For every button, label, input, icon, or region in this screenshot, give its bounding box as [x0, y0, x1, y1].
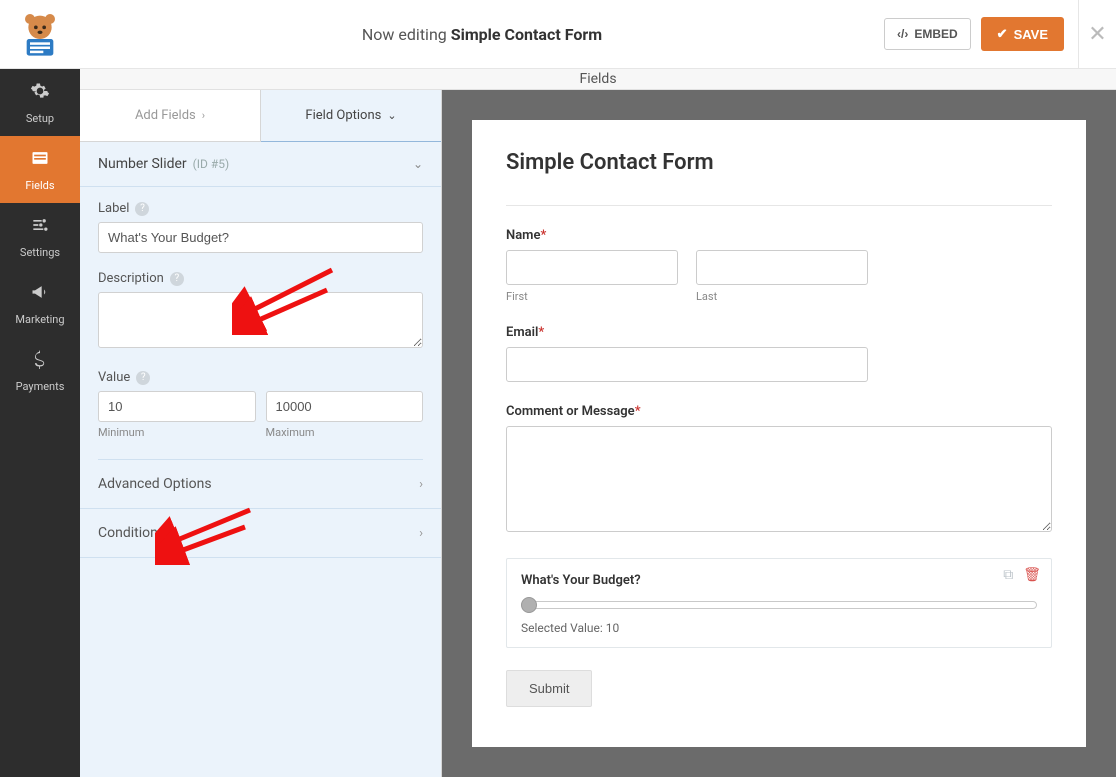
- row-label: Advanced Options: [98, 476, 212, 492]
- top-header: Now editing Simple Contact Form ‹/› EMBE…: [0, 0, 1116, 69]
- label-text: Value: [98, 370, 130, 385]
- sliders-icon: [30, 215, 50, 240]
- chevron-down-icon: ⌄: [387, 109, 396, 122]
- required-star: *: [538, 325, 544, 340]
- help-icon[interactable]: ?: [136, 371, 150, 385]
- required-star: *: [540, 228, 546, 243]
- name-field[interactable]: Name* First Last: [506, 228, 1052, 303]
- email-field[interactable]: Email*: [506, 325, 1052, 382]
- chevron-right-icon: ›: [202, 109, 205, 122]
- preview-canvas: Simple Contact Form Name* First: [472, 120, 1086, 747]
- sidebar-item-payments[interactable]: Payments: [0, 337, 80, 404]
- bullhorn-icon: [30, 282, 50, 307]
- required-star: *: [635, 404, 641, 419]
- email-input[interactable]: [506, 347, 868, 382]
- slider-track[interactable]: [521, 597, 1037, 613]
- help-icon[interactable]: ?: [170, 272, 184, 286]
- chevron-right-icon: ›: [419, 477, 423, 492]
- sidebar-item-settings[interactable]: Settings: [0, 203, 80, 270]
- description-input[interactable]: [98, 292, 423, 348]
- label-field-group: Label ?: [80, 187, 441, 257]
- min-value-input[interactable]: [98, 391, 256, 422]
- field-label: Comment or Message: [506, 404, 635, 419]
- comment-input[interactable]: [506, 426, 1052, 532]
- field-section-header[interactable]: Number Slider (ID #5) ⌄: [80, 142, 441, 187]
- selected-value: 10: [606, 621, 620, 635]
- help-icon[interactable]: ?: [135, 202, 149, 216]
- divider: [506, 205, 1052, 206]
- save-button[interactable]: ✔ SAVE: [981, 17, 1064, 51]
- label-input[interactable]: [98, 222, 423, 253]
- app-logo: [0, 0, 80, 69]
- min-sublabel: Minimum: [98, 426, 256, 439]
- description-field-group: Description ?: [80, 257, 441, 356]
- sidebar-item-label: Settings: [20, 246, 60, 259]
- tab-label: Field Options: [305, 108, 381, 123]
- field-type-name: Number Slider: [98, 156, 187, 172]
- label-text: Description: [98, 271, 164, 286]
- advanced-options-row[interactable]: Advanced Options ›: [80, 460, 441, 509]
- first-name-input[interactable]: [506, 250, 678, 285]
- field-label: Name: [506, 228, 540, 243]
- slider-selected-value: Selected Value: 10: [521, 621, 1037, 635]
- sidebar-item-label: Payments: [16, 380, 65, 393]
- embed-button[interactable]: ‹/› EMBED: [884, 18, 971, 50]
- sidebar-item-label: Setup: [26, 112, 54, 125]
- selected-label: Selected Value:: [521, 621, 603, 635]
- conditionals-row[interactable]: Conditionals ›: [80, 509, 441, 558]
- tab-label: Add Fields: [135, 108, 196, 123]
- slider-bar: [521, 601, 1037, 609]
- max-sublabel: Maximum: [266, 426, 424, 439]
- chevron-down-icon: ⌄: [413, 157, 423, 171]
- last-name-input[interactable]: [696, 250, 868, 285]
- close-button[interactable]: ✕: [1078, 0, 1116, 69]
- editing-title: Now editing Simple Contact Form: [80, 25, 884, 44]
- main-sidebar: Setup Fields Settings Marketing Payments: [0, 69, 80, 777]
- preview-area: Simple Contact Form Name* First: [442, 90, 1116, 777]
- form-title: Simple Contact Form: [451, 25, 602, 44]
- dollar-icon: [30, 349, 50, 374]
- comment-field[interactable]: Comment or Message*: [506, 404, 1052, 536]
- embed-label: EMBED: [914, 27, 957, 41]
- label-text: Label: [98, 201, 129, 216]
- value-field-group: Value ? Minimum Maximum: [80, 356, 441, 443]
- tab-field-options[interactable]: Field Options ⌄: [261, 90, 441, 142]
- tab-add-fields[interactable]: Add Fields ›: [80, 90, 261, 142]
- field-label: Email: [506, 325, 538, 340]
- editing-prefix: Now editing: [362, 25, 447, 44]
- options-sidebar: Add Fields › Field Options ⌄ Number Slid…: [80, 90, 442, 777]
- first-sublabel: First: [506, 290, 678, 303]
- submit-button[interactable]: Submit: [506, 670, 592, 707]
- trash-icon[interactable]: 🗑: [1023, 567, 1041, 583]
- last-sublabel: Last: [696, 290, 868, 303]
- sidebar-item-fields[interactable]: Fields: [0, 136, 80, 203]
- duplicate-icon[interactable]: ⧉: [1003, 567, 1013, 583]
- sidebar-item-marketing[interactable]: Marketing: [0, 270, 80, 337]
- sidebar-item-label: Marketing: [15, 313, 64, 326]
- slider-field[interactable]: ⧉ 🗑 What's Your Budget? Selected Value: …: [506, 558, 1052, 648]
- save-label: SAVE: [1014, 27, 1048, 42]
- sidebar-item-setup[interactable]: Setup: [0, 69, 80, 136]
- row-label: Conditionals: [98, 525, 176, 541]
- header-actions: ‹/› EMBED ✔ SAVE: [884, 17, 1078, 51]
- max-value-input[interactable]: [266, 391, 424, 422]
- sidebar-item-label: Fields: [25, 179, 54, 192]
- slider-label: What's Your Budget?: [521, 573, 1037, 588]
- chevron-right-icon: ›: [419, 526, 423, 541]
- check-icon: ✔: [997, 26, 1008, 42]
- preview-form-title: Simple Contact Form: [506, 150, 1052, 175]
- code-icon: ‹/›: [897, 27, 908, 41]
- field-id: (ID #5): [193, 157, 230, 171]
- form-icon: [30, 148, 50, 173]
- gear-icon: [30, 81, 50, 106]
- fields-header: Fields: [80, 69, 1116, 90]
- slider-thumb[interactable]: [521, 597, 537, 613]
